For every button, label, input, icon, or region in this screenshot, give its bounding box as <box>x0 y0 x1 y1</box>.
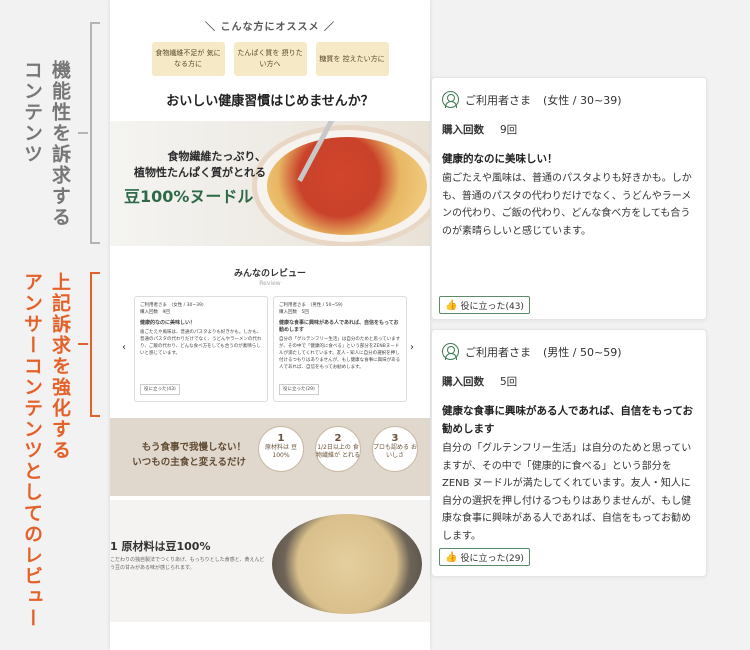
user-icon <box>442 91 459 108</box>
thumbs-up-icon: 👍 <box>445 551 458 563</box>
mini-review-card: ご利用者さま (女性 / 30~39) 購入回数 9回 健康的なのに美味しい！ … <box>134 296 268 402</box>
hero-brand: 豆100%ヌードル <box>124 187 254 206</box>
feature-text: こだわりの独自製法でつくりあげ、もっちりとした食感と、黄えんどう豆の甘みがある味… <box>110 557 265 571</box>
review-section-title: みんなのレビュー <box>233 269 306 279</box>
annotation-review-line2: アンサーコンテンツとしてのレビュー <box>21 272 43 629</box>
helpful-button[interactable]: 👍 役に立った(43) <box>439 296 530 314</box>
review-section-subtitle: Review <box>259 280 281 287</box>
review-purchase-count: 購入回数 9回 <box>442 124 518 136</box>
hero-copy: 食物繊維たっぷり、 植物性たんぱく質がとれる <box>134 150 266 179</box>
benefit-banner: もう食事で我慢しない！ いつもの主食と変えるだけ 1 原材料は 豆100% 2 1/… <box>110 418 430 496</box>
annotation-review-line1: 上記訴求を強化する <box>49 272 71 461</box>
review-title: 健康な食事に興味がある人であれば、自信をもってお勧めします <box>442 405 694 435</box>
annotation-functional-line1: 機能性を訴求する <box>49 60 71 228</box>
page-headline: おいしい健康習慣はじめませんか？ <box>166 94 374 109</box>
review-user-name: ご利用者さま <box>465 93 531 107</box>
review-card: ご利用者さま (男性 / 50~59) 購入回数 5回 健康な食事に興味がある人で… <box>431 329 707 577</box>
hero-banner: 食物繊維たっぷり、 植物性たんぱく質がとれる 豆100%ヌードル <box>110 121 430 246</box>
bracket-review-tick <box>78 343 88 345</box>
carousel-prev-icon[interactable]: ‹ <box>122 342 126 353</box>
helpful-button[interactable]: 👍 役に立った(29) <box>439 548 530 566</box>
pasta-image <box>267 137 427 235</box>
review-user-row: ご利用者さま (男性 / 50~59) <box>442 343 696 360</box>
recommend-chip: 食物繊維不足が 気になる方に <box>151 42 225 76</box>
carousel-next-icon[interactable]: › <box>410 342 414 353</box>
review-card: ご利用者さま (女性 / 30~39) 購入回数 9回 健康的なのに美味しい！ 歯… <box>431 77 707 320</box>
mini-helpful-button[interactable]: 役に立った(29) <box>279 384 319 395</box>
beans-image <box>272 514 422 614</box>
bracket-review <box>90 272 100 417</box>
page-screenshot: ＼ こんな方にオススメ ／ 食物繊維不足が 気になる方に たんぱく質を 摂りたい… <box>110 0 430 650</box>
bracket-functional-tick <box>78 132 88 134</box>
banner-text: もう食事で我慢しない！ いつもの主食と変えるだけ <box>132 442 246 468</box>
benefit-point-3: 3 プロも認める おいしさ <box>372 426 418 472</box>
recommend-chip: たんぱく質を 摂りたい方へ <box>233 42 307 76</box>
annotation-functional-line2: コンテンツ <box>21 60 43 165</box>
user-icon <box>442 343 459 360</box>
review-user-attributes: (女性 / 30~39) <box>543 93 622 107</box>
feature-section: 1 原材料は豆100% こだわりの独自製法でつくりあげ、もっちりとした食感と、黄… <box>110 500 430 622</box>
recommend-title: ＼ こんな方にオススメ ／ <box>205 22 335 33</box>
review-user-name: ご利用者さま <box>465 345 531 359</box>
review-purchase-count: 購入回数 5回 <box>442 376 518 388</box>
review-body: 歯ごたえや風味は、普通のパスタよりも好きかも。しかも、普通のパスタの代わりだけで… <box>442 173 692 237</box>
feature-title: 1 原材料は豆100% <box>110 540 211 553</box>
benefit-point-2: 2 1/2日以上の 食物繊維が とれる <box>315 426 361 472</box>
mini-review-card: ご利用者さま (男性 / 50~59) 購入回数 5回 健康な食事に興味がある人… <box>273 296 407 402</box>
review-user-row: ご利用者さま (女性 / 30~39) <box>442 91 696 108</box>
bracket-functional <box>90 22 100 244</box>
recommend-chips: 食物繊維不足が 気になる方に たんぱく質を 摂りたい方へ 糖質を 控えたい方に <box>110 42 430 76</box>
thumbs-up-icon: 👍 <box>445 299 458 311</box>
review-carousel: ‹ ご利用者さま (女性 / 30~39) 購入回数 9回 健康的なのに美味しい… <box>110 296 430 404</box>
review-user-attributes: (男性 / 50~59) <box>543 345 622 359</box>
review-body: 自分の「グルテンフリー生活」は自分のためと思っていますが、その中で「健康的に食べ… <box>442 443 692 542</box>
mini-helpful-button[interactable]: 役に立った(43) <box>140 384 180 395</box>
benefit-point-1: 1 原材料は 豆100% <box>258 426 304 472</box>
review-title: 健康的なのに美味しい！ <box>442 153 558 165</box>
recommend-chip: 糖質を 控えたい方に <box>315 42 389 76</box>
